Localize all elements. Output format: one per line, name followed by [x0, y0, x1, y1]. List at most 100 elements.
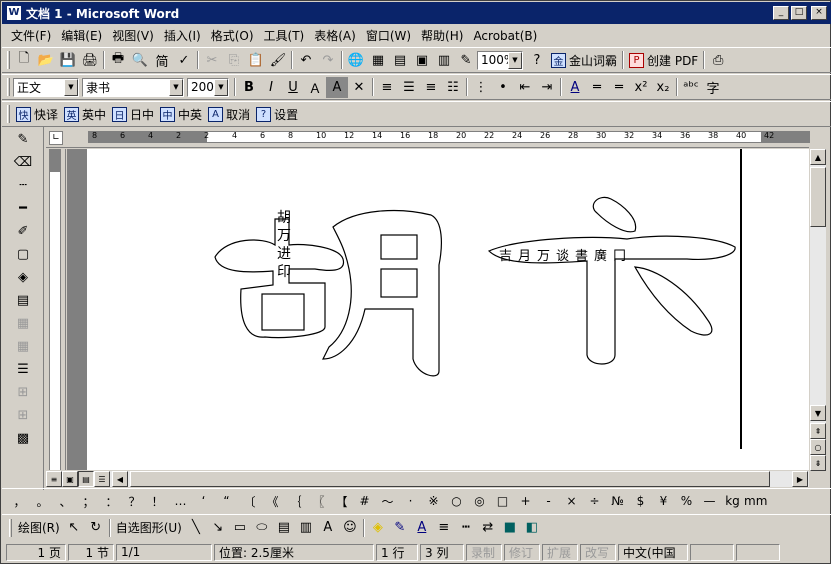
title-bar[interactable]: W 文档 1 - Microsoft Word _ □ × — [2, 2, 831, 24]
menu-tools[interactable]: 工具(T) — [259, 26, 310, 46]
rectangle-icon[interactable]: ▭ — [229, 517, 251, 538]
align-right-icon[interactable]: ≡ — [420, 77, 442, 98]
menu-view[interactable]: 视图(V) — [107, 26, 159, 46]
line-style-icon[interactable]: ≡ — [433, 517, 455, 538]
menu-insert[interactable]: 插入(I) — [159, 26, 206, 46]
shadow-icon[interactable]: ■ — [499, 517, 521, 538]
numbering-icon[interactable]: ⋮ — [470, 77, 492, 98]
horizontal-scrollbar[interactable]: ≡ ▣ ▤ ☰ ◀ ▶ — [46, 470, 809, 487]
toolbar-grip[interactable] — [7, 51, 10, 69]
char-shading-icon[interactable]: A — [326, 76, 348, 98]
symbol-button[interactable]: % — [675, 494, 698, 508]
vertical-ruler[interactable] — [46, 149, 66, 471]
symbol-button[interactable]: ◎ — [468, 494, 491, 508]
tables-borders-icon[interactable]: ▦ — [367, 50, 389, 71]
font-size-combo[interactable]: 200 ▼ — [187, 77, 229, 97]
minimize-button[interactable]: _ — [773, 6, 789, 20]
symbol-button[interactable]: 〖 — [307, 493, 330, 510]
status-ext[interactable]: 扩展 — [542, 543, 578, 561]
draw-menu-button[interactable]: 绘图(R) — [15, 517, 63, 538]
browse-object-icon[interactable]: ○ — [810, 439, 826, 455]
line-icon[interactable]: ╲ — [185, 517, 207, 538]
char-border-icon[interactable]: Ａ — [304, 77, 326, 98]
shading-color-icon[interactable]: ◈ — [4, 266, 42, 288]
menu-format[interactable]: 格式(O) — [206, 26, 259, 46]
hyperlink-icon[interactable]: 🌐 — [345, 50, 367, 71]
align-cell-icon[interactable]: ☰ — [4, 358, 42, 380]
symbol-button[interactable]: … — [169, 494, 192, 508]
fill-color-icon[interactable]: ◈ — [367, 517, 389, 538]
toolbar-grip[interactable] — [9, 518, 12, 537]
prev-page-icon[interactable]: ⇞ — [810, 423, 826, 439]
chevron-down-icon[interactable]: ▼ — [169, 78, 183, 96]
quxiao-button[interactable]: A 取消 — [205, 104, 253, 125]
subscript-icon[interactable]: x₂ — [652, 77, 674, 98]
symbol-button[interactable]: kg — [721, 494, 744, 508]
symbol-button[interactable]: ！ — [146, 493, 169, 510]
columns-icon[interactable]: ▥ — [433, 50, 455, 71]
decrease-indent-icon[interactable]: ⇤ — [514, 77, 536, 98]
symbol-button[interactable]: mm — [744, 494, 767, 508]
double-line-icon[interactable]: ═ — [608, 77, 630, 98]
distribute-cols-icon[interactable]: ⊞ — [4, 404, 42, 426]
bullets-icon[interactable]: • — [492, 77, 514, 98]
symbol-button[interactable]: $ — [629, 494, 652, 508]
line-weight-icon[interactable]: ━ — [4, 197, 42, 219]
new-icon[interactable]: 🗋 — [13, 50, 35, 71]
print-view-icon[interactable]: ▤ — [78, 471, 94, 487]
copy-icon[interactable]: ⎘ — [223, 50, 245, 71]
vertical-scrollbar[interactable]: ▲ ▼ ⇞ ○ ⇟ — [809, 149, 826, 471]
font-color-icon[interactable]: A — [564, 77, 586, 98]
print-preview-icon[interactable]: 🔍 — [129, 50, 151, 71]
status-rec[interactable]: 录制 — [466, 543, 502, 561]
status-trk[interactable]: 修订 — [504, 543, 540, 561]
format-painter-icon[interactable]: 🖌 — [267, 50, 289, 71]
line-color-icon[interactable]: ✎ — [389, 517, 411, 538]
symbol-button[interactable]: 〔 — [238, 493, 261, 510]
tab-selector-icon[interactable]: ∟ — [49, 131, 63, 145]
chevron-down-icon[interactable]: ▼ — [64, 78, 78, 96]
help-icon[interactable]: ? — [526, 50, 548, 71]
free-rotate-icon[interactable]: ↻ — [85, 517, 107, 538]
symbol-button[interactable]: ？ — [123, 493, 146, 510]
jinshan-button[interactable]: 金金山词霸 — [548, 50, 620, 71]
shezhi-button[interactable]: ? 设置 — [253, 104, 301, 125]
bold-button[interactable]: B — [238, 77, 260, 98]
superscript-icon[interactable]: x² — [630, 77, 652, 98]
symbol-button[interactable]: 《 — [261, 493, 284, 510]
menu-window[interactable]: 窗口(W) — [361, 26, 416, 46]
cut-icon[interactable]: ✂ — [201, 50, 223, 71]
split-cells-icon[interactable]: ▦ — [4, 335, 42, 357]
close-button[interactable]: × — [811, 6, 827, 20]
align-left-icon[interactable]: ≡ — [376, 77, 398, 98]
chevron-down-icon[interactable]: ▼ — [508, 51, 522, 69]
select-objects-icon[interactable]: ↖ — [63, 517, 85, 538]
zoom-combo[interactable]: 100% ▼ — [477, 50, 523, 70]
permission-icon[interactable]: 🖨 — [79, 50, 101, 71]
symbol-button[interactable]: ； — [77, 493, 100, 510]
underline-button[interactable]: U — [282, 77, 304, 98]
open-icon[interactable]: 📂 — [35, 50, 57, 71]
clipart-icon[interactable]: ☺ — [339, 517, 361, 538]
symbol-button[interactable]: “ — [215, 494, 238, 508]
symbol-button[interactable]: - — [537, 494, 560, 508]
autoshapes-button[interactable]: 自选图形(U) — [113, 517, 185, 538]
symbol-button[interactable]: ※ — [422, 494, 445, 508]
undo-icon[interactable]: ↶ — [295, 50, 317, 71]
symbol-button[interactable]: ÷ — [583, 494, 606, 508]
style-combo[interactable]: 正文 ▼ — [13, 77, 79, 97]
border-color-icon[interactable]: ✐ — [4, 220, 42, 242]
arrow-icon[interactable]: ↘ — [207, 517, 229, 538]
pdf-options-icon[interactable]: ⎙ — [707, 50, 729, 71]
symbol-button[interactable]: ｛ — [284, 493, 307, 510]
hscroll-thumb[interactable] — [130, 471, 770, 487]
chevron-down-icon[interactable]: ▼ — [214, 78, 228, 96]
normal-view-icon[interactable]: ≡ — [46, 471, 62, 487]
align-center-icon[interactable]: ☰ — [398, 77, 420, 98]
maximize-button[interactable]: □ — [791, 6, 807, 20]
toolbar-grip[interactable] — [7, 105, 10, 123]
symbol-button[interactable]: □ — [491, 494, 514, 508]
save-icon[interactable]: 💾 — [57, 50, 79, 71]
distribute-rows-icon[interactable]: ⊞ — [4, 381, 42, 403]
symbol-button[interactable]: ， — [8, 493, 31, 510]
